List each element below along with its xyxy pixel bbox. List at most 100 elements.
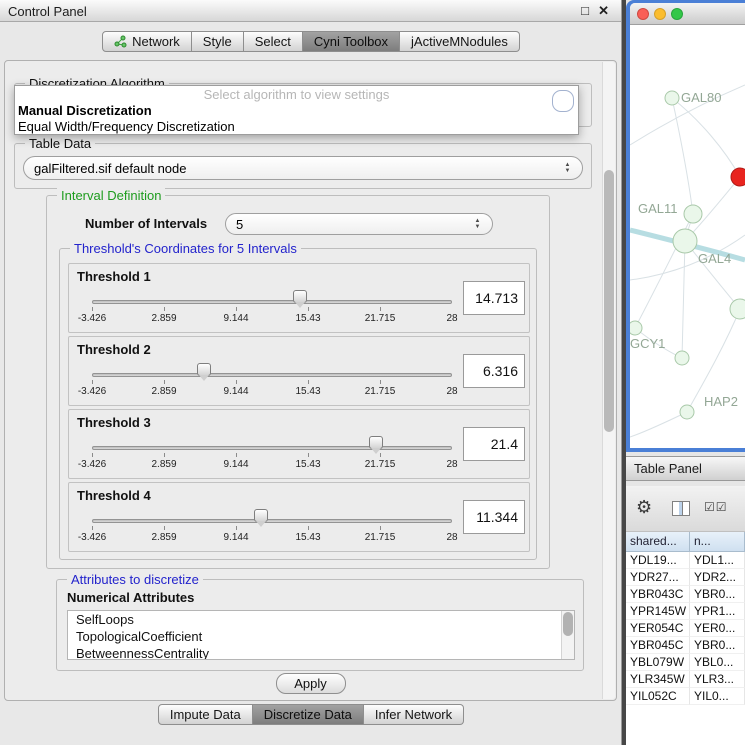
column-header-shared-name[interactable]: shared... — [626, 532, 690, 552]
threshold-1-slider[interactable]: -3.426 2.859 9.144 15.43 21.715 28 — [92, 286, 452, 330]
table-cell[interactable]: YBR045C — [626, 637, 690, 654]
table-cell[interactable]: YIL0... — [690, 688, 745, 705]
tab-infer-network[interactable]: Infer Network — [364, 704, 464, 725]
table-cell[interactable]: YDL1... — [690, 552, 745, 569]
slider-track[interactable] — [92, 373, 452, 377]
network-node[interactable] — [730, 299, 745, 319]
network-node[interactable] — [680, 405, 694, 419]
threshold-3-value-field[interactable]: 21.4 — [463, 427, 525, 461]
table-cell[interactable]: YIL052C — [626, 688, 690, 705]
table-row[interactable]: YPR145W YPR1... — [626, 603, 745, 620]
algorithm-combobox-edge[interactable] — [552, 90, 574, 112]
table-cell[interactable]: YBR0... — [690, 637, 745, 654]
tab-jactivemodules[interactable]: jActiveMNodules — [400, 31, 520, 52]
slider-track[interactable] — [92, 300, 452, 304]
minimize-traffic-light[interactable] — [654, 8, 666, 20]
table-cell[interactable]: YLR345W — [626, 671, 690, 688]
interval-definition-group: Interval Definition Number of Intervals … — [46, 195, 550, 569]
control-panel-window: Control Panel □ ✕ Network Style Select C… — [0, 0, 622, 745]
list-item[interactable]: SelfLoops — [68, 611, 574, 628]
arrow-down-icon: ▼ — [475, 224, 481, 230]
threshold-3-slider[interactable]: -3.426 2.859 9.144 15.43 21.715 28 — [92, 432, 452, 476]
close-icon[interactable]: ✕ — [598, 3, 609, 19]
network-node[interactable] — [675, 351, 689, 365]
table-cell[interactable]: YBL079W — [626, 654, 690, 671]
tick-label: 15.43 — [295, 386, 320, 397]
dropdown-option-manual-discretization[interactable]: Manual Discretization — [15, 103, 578, 119]
threshold-1-value-field[interactable]: 14.713 — [463, 281, 525, 315]
slider-thumb[interactable] — [293, 290, 307, 303]
columns-icon[interactable] — [672, 501, 690, 516]
table-cell[interactable]: YER0... — [690, 620, 745, 637]
combobox-value: galFiltered.sif default node — [24, 161, 560, 176]
network-canvas[interactable]: GAL80 GAL11 GAL4 GCY1 HAP2 — [630, 25, 745, 448]
tab-style[interactable]: Style — [192, 31, 244, 52]
table-row[interactable]: YDL19... YDL1... — [626, 552, 745, 569]
tab-impute-data[interactable]: Impute Data — [158, 704, 253, 725]
tab-label: Cyni Toolbox — [314, 32, 388, 51]
table-cell[interactable]: YBR043C — [626, 586, 690, 603]
zoom-traffic-light[interactable] — [671, 8, 683, 20]
close-traffic-light[interactable] — [637, 8, 649, 20]
slider-thumb[interactable] — [369, 436, 383, 449]
table-row[interactable]: YDR27... YDR2... — [626, 569, 745, 586]
gear-icon[interactable]: ⚙ — [636, 497, 652, 518]
slider-thumb[interactable] — [197, 363, 211, 376]
table-row[interactable]: YBL079W YBL0... — [626, 654, 745, 671]
table-cell[interactable]: YPR145W — [626, 603, 690, 620]
scrollbar-thumb[interactable] — [604, 170, 614, 432]
table-cell[interactable]: YLR3... — [690, 671, 745, 688]
table-cell[interactable]: YDR2... — [690, 569, 745, 586]
network-node[interactable] — [673, 229, 697, 253]
slider-track[interactable] — [92, 446, 452, 450]
table-cell[interactable]: YBR0... — [690, 586, 745, 603]
table-row[interactable]: YBR043C YBR0... — [626, 586, 745, 603]
table-cell[interactable]: YBL0... — [690, 654, 745, 671]
table-data-group: Table Data galFiltered.sif default node … — [14, 143, 592, 189]
tab-discretize-data[interactable]: Discretize Data — [253, 704, 364, 725]
table-row[interactable]: YER054C YER0... — [626, 620, 745, 637]
tick-label: 28 — [446, 459, 457, 470]
network-node-selected[interactable] — [731, 168, 745, 186]
slider-track[interactable] — [92, 519, 452, 523]
dropdown-option-equal-width-frequency[interactable]: Equal Width/Frequency Discretization — [15, 119, 578, 135]
threshold-2-slider[interactable]: -3.426 2.859 9.144 15.43 21.715 28 — [92, 359, 452, 403]
numerical-attributes-label: Numerical Attributes — [67, 590, 194, 605]
table-cell[interactable]: YDR27... — [626, 569, 690, 586]
tab-network[interactable]: Network — [102, 31, 192, 52]
cyni-toolbox-panel: Discretization Algorithm Select algorith… — [4, 60, 617, 701]
slider-thumb[interactable] — [254, 509, 268, 522]
combobox-value: 5 — [226, 217, 470, 232]
column-header-name[interactable]: n... — [690, 532, 745, 552]
table-cell[interactable]: YER054C — [626, 620, 690, 637]
threshold-4-value-field[interactable]: 11.344 — [463, 500, 525, 534]
network-node[interactable] — [630, 321, 642, 335]
list-scrollbar[interactable] — [561, 611, 574, 659]
network-window-titlebar[interactable] — [630, 3, 745, 25]
network-node-label: GCY1 — [630, 336, 665, 351]
tab-cyni-toolbox[interactable]: Cyni Toolbox — [303, 31, 400, 52]
table-panel-header[interactable]: Table Panel — [626, 456, 745, 481]
threshold-4-slider[interactable]: -3.426 2.859 9.144 15.43 21.715 28 — [92, 505, 452, 549]
table-cell[interactable]: YPR1... — [690, 603, 745, 620]
float-window-icon[interactable]: □ — [581, 3, 589, 18]
panel-scrollbar[interactable] — [602, 62, 615, 699]
table-row[interactable]: YIL052C YIL0... — [626, 688, 745, 705]
threshold-2-value-field[interactable]: 6.316 — [463, 354, 525, 388]
tick-label: 15.43 — [295, 459, 320, 470]
list-item[interactable]: TopologicalCoefficient — [68, 628, 574, 645]
tick-label: 28 — [446, 386, 457, 397]
table-row[interactable]: YBR045C YBR0... — [626, 637, 745, 654]
table-cell[interactable]: YDL19... — [626, 552, 690, 569]
scrollbar-thumb[interactable] — [563, 612, 573, 636]
table-data-combobox[interactable]: galFiltered.sif default node ▲ ▼ — [23, 156, 583, 180]
tab-select[interactable]: Select — [244, 31, 303, 52]
network-node[interactable] — [684, 205, 702, 223]
select-columns-icon[interactable]: ☑☑ — [704, 500, 728, 514]
tick-label: 21.715 — [365, 532, 396, 543]
table-row[interactable]: YLR345W YLR3... — [626, 671, 745, 688]
num-intervals-combobox[interactable]: 5 ▲ ▼ — [225, 213, 493, 235]
network-node[interactable] — [665, 91, 679, 105]
apply-button[interactable]: Apply — [276, 673, 346, 694]
list-item[interactable]: BetweennessCentrality — [68, 645, 574, 660]
